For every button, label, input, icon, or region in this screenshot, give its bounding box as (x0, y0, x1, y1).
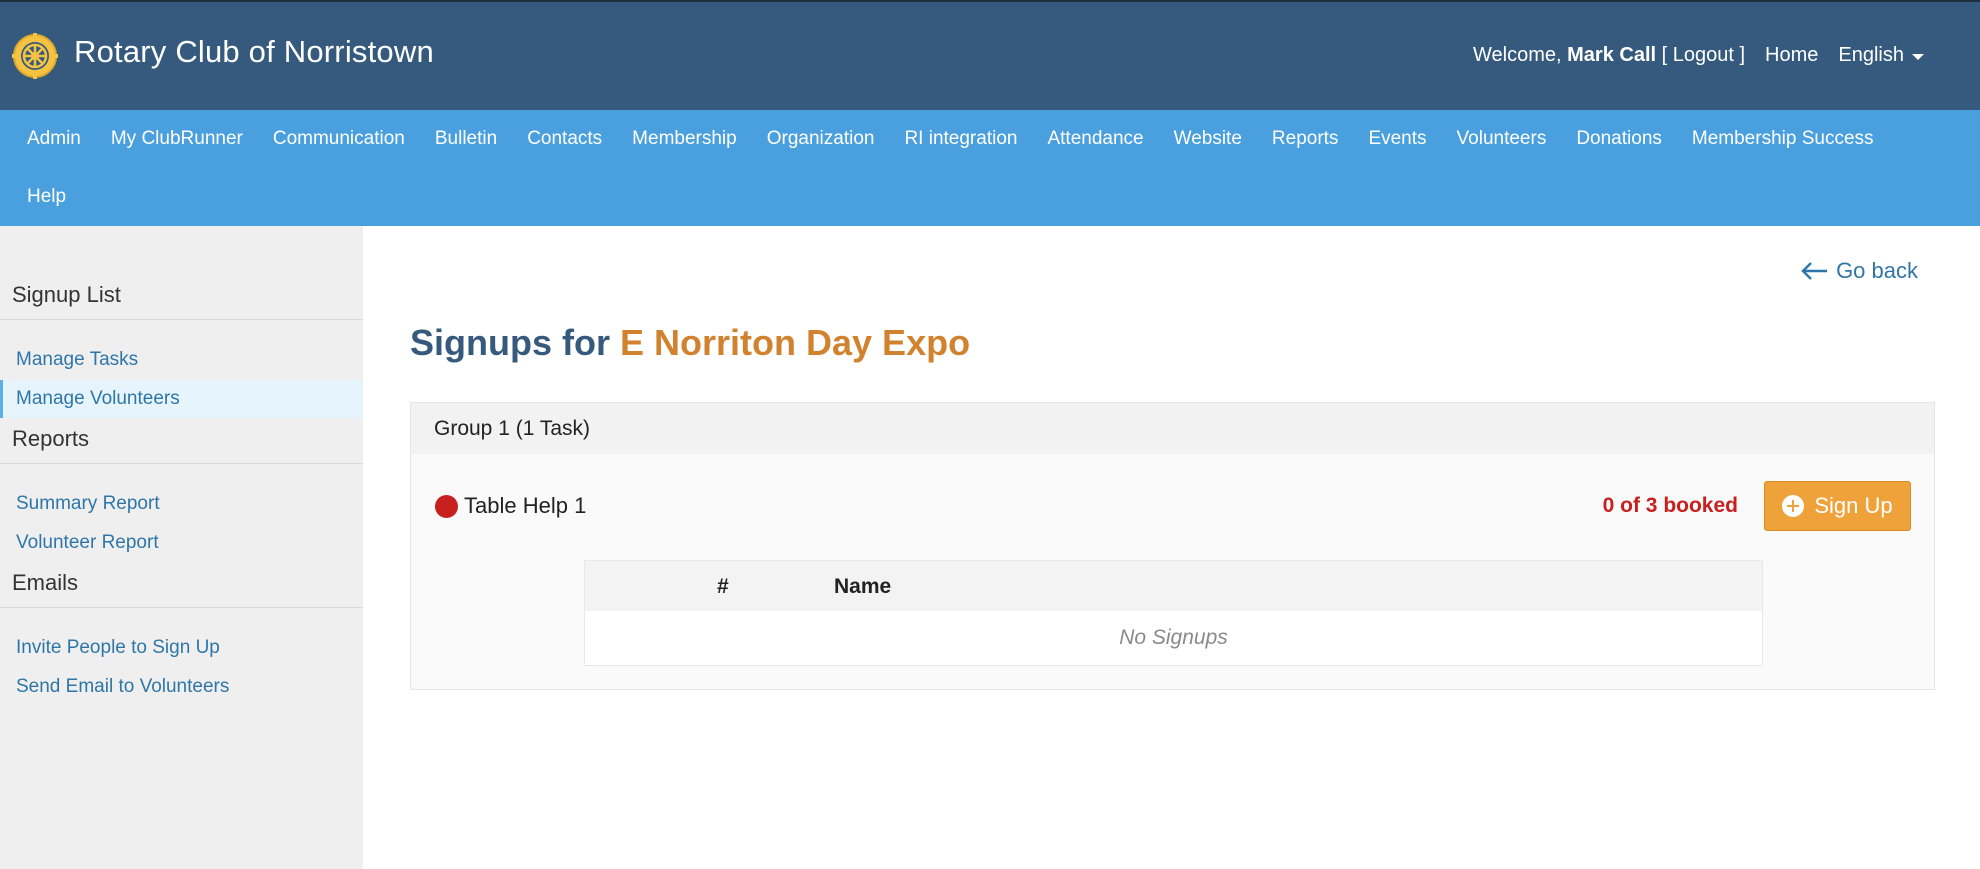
home-link[interactable]: Home (1765, 44, 1818, 67)
club-name[interactable]: Rotary Club of Norristown (74, 34, 434, 70)
column-header-name: Name (834, 575, 892, 598)
nav-ri-integration[interactable]: RI integration (889, 128, 1032, 150)
task-group: Group 1 (1 Task) Table Help 1 0 of 3 boo… (410, 402, 1935, 690)
go-back-label: Go back (1836, 258, 1918, 283)
nav-donations[interactable]: Donations (1561, 128, 1677, 150)
divider (0, 607, 363, 608)
sidebar-item-summary-report[interactable]: Summary Report (0, 485, 363, 523)
plus-circle-icon (1782, 495, 1805, 517)
column-header-number: # (717, 575, 729, 598)
sidebar-item-volunteer-report[interactable]: Volunteer Report (0, 524, 363, 562)
nav-communication[interactable]: Communication (258, 128, 420, 150)
sign-up-button[interactable]: Sign Up (1764, 481, 1911, 531)
nav-events[interactable]: Events (1353, 128, 1441, 150)
top-header: Rotary Club of Norristown Welcome, Mark … (0, 0, 1980, 110)
nav-my-clubrunner[interactable]: My ClubRunner (96, 128, 258, 150)
user-name: Mark Call (1567, 44, 1657, 66)
welcome-text: Welcome, Mark Call [ Logout ] (1473, 44, 1745, 67)
nav-help[interactable]: Help (0, 186, 81, 208)
nav-volunteers[interactable]: Volunteers (1442, 128, 1562, 150)
main-nav: Admin My ClubRunner Communication Bullet… (0, 110, 1980, 226)
sidebar-item-manage-volunteers[interactable]: Manage Volunteers (0, 380, 363, 418)
nav-membership-success[interactable]: Membership Success (1677, 128, 1889, 150)
rotary-logo-icon (12, 33, 58, 79)
chevron-down-icon (1912, 54, 1924, 60)
go-back-link[interactable]: Go back (1800, 258, 1918, 284)
nav-bulletin[interactable]: Bulletin (420, 128, 512, 150)
logout-link[interactable]: [ Logout ] (1662, 44, 1745, 66)
welcome-prefix: Welcome, (1473, 44, 1562, 66)
arrow-left-icon (1801, 262, 1828, 280)
nav-contacts[interactable]: Contacts (512, 128, 617, 150)
status-dot-icon (435, 495, 458, 518)
nav-admin[interactable]: Admin (0, 128, 96, 150)
sidebar-item-manage-tasks[interactable]: Manage Tasks (0, 341, 363, 379)
nav-organization[interactable]: Organization (752, 128, 890, 150)
nav-website[interactable]: Website (1159, 128, 1257, 150)
divider (0, 463, 363, 464)
sidebar-item-invite-people[interactable]: Invite People to Sign Up (0, 629, 363, 667)
sidebar-heading-emails: Emails (12, 570, 79, 595)
nav-row-2: Help (0, 168, 81, 226)
event-name: E Norriton Day Expo (620, 322, 971, 363)
nav-reports[interactable]: Reports (1257, 128, 1354, 150)
language-selector[interactable]: English (1838, 44, 1924, 67)
nav-row-1: Admin My ClubRunner Communication Bullet… (0, 110, 1889, 168)
sidebar-heading-reports: Reports (12, 426, 90, 451)
sign-up-label: Sign Up (1814, 493, 1893, 518)
empty-state: No Signups (1119, 626, 1228, 649)
sidebar-heading-signup-list: Signup List (12, 282, 121, 307)
task-row: Table Help 1 0 of 3 booked Sign Up (411, 454, 1934, 554)
booked-count: 0 of 3 booked (1602, 494, 1738, 517)
sidebar: Signup List Manage Tasks Manage Voluntee… (0, 226, 363, 869)
title-prefix: Signups for (410, 322, 610, 363)
nav-attendance[interactable]: Attendance (1032, 128, 1158, 150)
group-header: Group 1 (1 Task) (411, 403, 1934, 454)
task-name: Table Help 1 (464, 493, 587, 518)
signups-table: # Name No Signups (584, 560, 1763, 666)
nav-membership[interactable]: Membership (617, 128, 752, 150)
page-title: Signups for E Norriton Day Expo (410, 322, 970, 364)
language-label: English (1838, 44, 1904, 66)
table-header: # Name (585, 561, 1762, 611)
user-area: Welcome, Mark Call [ Logout ] Home Engli… (1473, 44, 1924, 67)
divider (0, 319, 363, 320)
sidebar-item-send-email[interactable]: Send Email to Volunteers (0, 668, 363, 706)
